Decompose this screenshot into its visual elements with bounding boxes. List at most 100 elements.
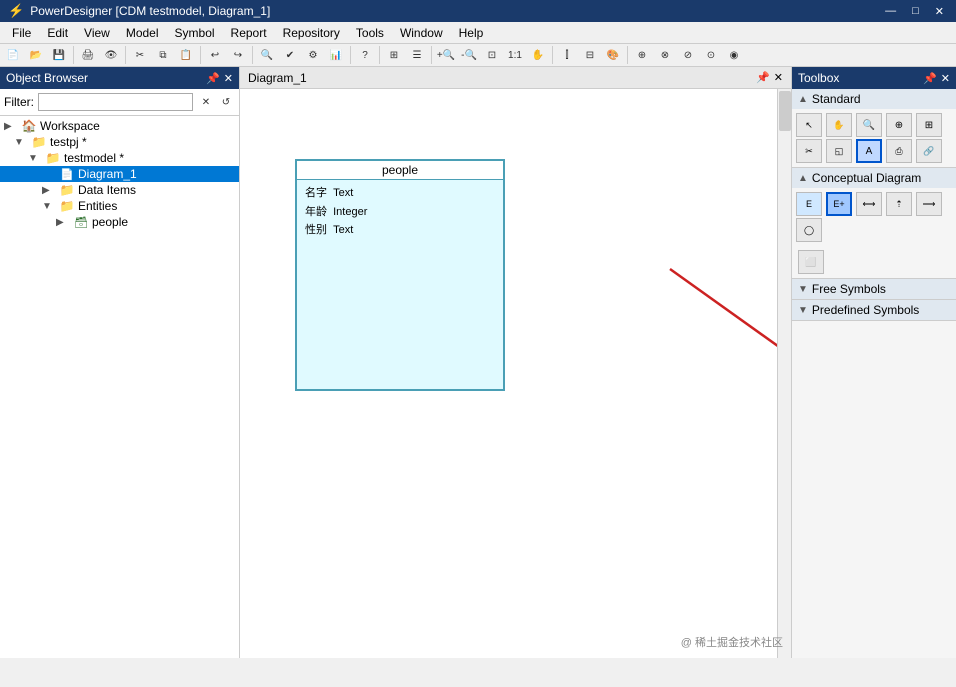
entity-people[interactable]: people 名字 Text 年龄 Integer 性别 Text <box>295 159 505 391</box>
ob-close-icon[interactable]: ✕ <box>224 72 233 85</box>
menu-view[interactable]: View <box>76 24 118 42</box>
tb-new[interactable]: 📄 <box>2 45 24 65</box>
toolbox-section-free-header[interactable]: ▼ Free Symbols <box>792 279 956 299</box>
tb-redo[interactable]: ↪ <box>227 45 249 65</box>
tree-dataitems[interactable]: ▶ 📁 Data Items <box>0 182 239 198</box>
menu-window[interactable]: Window <box>392 24 451 42</box>
menu-file[interactable]: File <box>4 24 39 42</box>
tb-extra2[interactable]: ⊗ <box>654 45 676 65</box>
tree-people[interactable]: ▶ 🗃 people <box>0 214 239 230</box>
diagram-header-controls[interactable]: 📌 ✕ <box>756 71 783 84</box>
tb-extra1[interactable]: ⊕ <box>631 45 653 65</box>
toolbox-pin-icon[interactable]: 📌 <box>923 72 937 85</box>
tb-inherit[interactable]: ⇡ <box>886 192 912 216</box>
tb-properties[interactable]: ⊞ <box>383 45 405 65</box>
tree-workspace[interactable]: ▶ 🏠 Workspace <box>0 118 239 134</box>
diagram1-toggle-icon <box>42 169 56 180</box>
tb-paste[interactable]: 📋 <box>175 45 197 65</box>
menu-report[interactable]: Report <box>223 24 275 42</box>
tb-preview[interactable]: 👁 <box>100 45 122 65</box>
dataitems-icon: 📁 <box>59 183 75 197</box>
scroll-thumb-vertical[interactable] <box>779 91 791 131</box>
tb-extra-c[interactable]: ◯ <box>796 218 822 242</box>
tb-link-c[interactable]: ⟶ <box>916 192 942 216</box>
tb-layout[interactable]: ⊟ <box>579 45 601 65</box>
tb-find[interactable]: 🔍 <box>256 45 278 65</box>
tb-cut[interactable]: ✂ <box>129 45 151 65</box>
predefined-chevron-icon: ▼ <box>798 305 808 316</box>
title-text: PowerDesigner [CDM testmodel, Diagram_1] <box>30 4 270 18</box>
tb-single-extra[interactable]: ⬜ <box>798 250 824 274</box>
tree-testpj[interactable]: ▼ 📁 testpj * <box>0 134 239 150</box>
tb-zoom-in-s[interactable]: ⊕ <box>886 113 912 137</box>
tb-report[interactable]: 📊 <box>325 45 347 65</box>
workspace-label: Workspace <box>40 119 100 133</box>
tb-zoom-out[interactable]: -🔍 <box>458 45 480 65</box>
diagram-header: Diagram_1 📌 ✕ <box>240 67 791 89</box>
tb-generate[interactable]: ⚙ <box>302 45 324 65</box>
menu-help[interactable]: Help <box>451 24 492 42</box>
tb-link-s[interactable]: 🔗 <box>916 139 942 163</box>
diagram-close-icon[interactable]: ✕ <box>774 71 783 84</box>
menu-model[interactable]: Model <box>118 24 167 42</box>
tb-entity[interactable]: E <box>796 192 822 216</box>
tree-entities[interactable]: ▼ 📁 Entities <box>0 198 239 214</box>
tb-extra3[interactable]: ⊘ <box>677 45 699 65</box>
tb-undo[interactable]: ↩ <box>204 45 226 65</box>
tb-pan[interactable]: ✋ <box>527 45 549 65</box>
tb-zoom-100[interactable]: 1:1 <box>504 45 526 65</box>
tb-print[interactable]: 🖨 <box>77 45 99 65</box>
tb-zoom-out-s[interactable]: 🔍 <box>856 113 882 137</box>
tb-copy[interactable]: ⧉ <box>152 45 174 65</box>
tb-list[interactable]: ☰ <box>406 45 428 65</box>
tb-save[interactable]: 💾 <box>48 45 70 65</box>
filter-input[interactable] <box>38 93 193 111</box>
toolbox-section-conceptual-header[interactable]: ▲ Conceptual Diagram <box>792 168 956 188</box>
toolbox-close-icon[interactable]: ✕ <box>941 72 950 85</box>
tb-align[interactable]: ⫿ <box>556 45 578 65</box>
toolbox-section-predefined-header[interactable]: ▼ Predefined Symbols <box>792 300 956 320</box>
tb-extra5[interactable]: ◉ <box>723 45 745 65</box>
tb-extra4[interactable]: ⊙ <box>700 45 722 65</box>
tree-diagram1[interactable]: 📄 Diagram_1 <box>0 166 239 182</box>
toolbox-header-controls[interactable]: 📌 ✕ <box>923 72 950 85</box>
tb-check[interactable]: ✔ <box>279 45 301 65</box>
ob-header-controls[interactable]: 📌 ✕ <box>206 72 233 85</box>
tb-help[interactable]: ? <box>354 45 376 65</box>
tb-assoc[interactable]: ⟷ <box>856 192 882 216</box>
toolbox: Toolbox 📌 ✕ ▲ Standard ↖ ✋ 🔍 ⊕ ⊞ ✂ ◱ A ⎙ <box>791 67 956 658</box>
tb-open[interactable]: 📂 <box>25 45 47 65</box>
filter-refresh-button[interactable]: ↺ <box>217 93 235 111</box>
tree-testmodel[interactable]: ▼ 📁 testmodel * <box>0 150 239 166</box>
diagram-canvas[interactable]: people 名字 Text 年龄 Integer 性别 Text <box>240 89 791 658</box>
close-button[interactable]: ✕ <box>931 5 948 18</box>
dataitems-toggle-icon: ▶ <box>42 185 56 196</box>
tb-box-s[interactable]: ◱ <box>826 139 852 163</box>
tb-cut-s[interactable]: ✂ <box>796 139 822 163</box>
sep7 <box>431 46 432 64</box>
tb-hand[interactable]: ✋ <box>826 113 852 137</box>
tb-format[interactable]: 🎨 <box>602 45 624 65</box>
filter-buttons: ✕ ↺ <box>197 93 235 111</box>
ob-pin-icon[interactable]: 📌 <box>206 72 220 85</box>
tb-text-s[interactable]: A <box>856 139 882 163</box>
diagram-title: Diagram_1 <box>248 71 307 85</box>
menu-repository[interactable]: Repository <box>275 24 348 42</box>
maximize-button[interactable]: □ <box>908 5 923 18</box>
tb-zoom-in[interactable]: +🔍 <box>435 45 457 65</box>
filter-clear-button[interactable]: ✕ <box>197 93 215 111</box>
menu-edit[interactable]: Edit <box>39 24 76 42</box>
tb-pointer[interactable]: ↖ <box>796 113 822 137</box>
tb-entity-active[interactable]: E+ <box>826 192 852 216</box>
diagram-scrollbar-vertical[interactable] <box>777 89 791 658</box>
tb-note-s[interactable]: ⎙ <box>886 139 912 163</box>
menu-symbol[interactable]: Symbol <box>167 24 223 42</box>
toolbox-section-standard-header[interactable]: ▲ Standard <box>792 89 956 109</box>
diagram-area: Diagram_1 📌 ✕ people 名字 Text 年龄 Integer … <box>240 67 791 658</box>
window-controls[interactable]: — □ ✕ <box>881 5 948 18</box>
menu-tools[interactable]: Tools <box>348 24 392 42</box>
diagram-pin-icon[interactable]: 📌 <box>756 71 770 84</box>
tb-zoom-fit[interactable]: ⊡ <box>481 45 503 65</box>
tb-fit-s[interactable]: ⊞ <box>916 113 942 137</box>
minimize-button[interactable]: — <box>881 5 900 18</box>
